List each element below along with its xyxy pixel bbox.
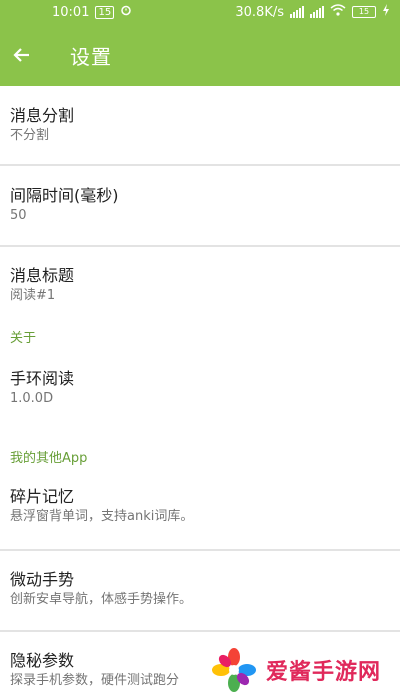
battery-icon: 15: [352, 6, 376, 18]
app-item-gesture[interactable]: 微动手势 创新安卓导航，体感手势操作。: [0, 551, 400, 630]
setting-message-split[interactable]: 消息分割 不分割: [0, 86, 400, 164]
setting-value: 不分割: [10, 128, 50, 143]
section-header-other-apps: 我的其他App: [10, 451, 88, 466]
arrow-left-icon: [13, 48, 29, 62]
app-item-memory[interactable]: 碎片记忆 悬浮窗背单词，支持anki词库。: [0, 483, 400, 535]
notification-badge: 15: [95, 5, 115, 19]
section-header-about: 关于: [10, 331, 37, 346]
app-description: 悬浮窗背单词，支持anki词库。: [10, 509, 194, 524]
setting-app-version[interactable]: 手环阅读 1.0.0D: [0, 365, 400, 447]
wifi-icon: [330, 4, 346, 20]
setting-title: 消息分割: [10, 106, 75, 125]
charging-icon: [382, 4, 390, 20]
app-description: 创新安卓导航，体感手势操作。: [10, 592, 193, 607]
setting-title: 手环阅读: [10, 369, 75, 388]
setting-value: 1.0.0D: [10, 391, 54, 406]
status-bar: 10:01 15 30.8K/s 15: [0, 0, 400, 24]
page-title: 设置: [70, 44, 112, 69]
signal-icon-2: [310, 6, 324, 18]
watermark-text: 爱酱手游网: [266, 660, 382, 685]
setting-title: 间隔时间(毫秒): [10, 186, 119, 205]
network-speed: 30.8K/s: [235, 4, 284, 20]
app-title: 碎片记忆: [10, 487, 75, 506]
setting-value: 阅读#1: [10, 288, 56, 303]
setting-title: 消息标题: [10, 266, 75, 285]
status-time: 10:01: [52, 4, 90, 20]
flower-logo-icon: [211, 647, 257, 693]
setting-message-title[interactable]: 消息标题 阅读#1: [0, 247, 400, 327]
settings-list: 消息分割 不分割 间隔时间(毫秒) 50 消息标题 阅读#1 关于 手环阅读 1…: [0, 86, 400, 692]
back-button[interactable]: [0, 33, 44, 77]
app-bar: 设置: [0, 24, 400, 86]
setting-interval[interactable]: 间隔时间(毫秒) 50: [0, 166, 400, 245]
app-title: 微动手势: [10, 570, 75, 589]
watermark: 爱酱手游网: [210, 640, 400, 700]
alarm-icon: [120, 4, 132, 20]
setting-value: 50: [10, 208, 27, 223]
signal-icon: [290, 6, 304, 18]
